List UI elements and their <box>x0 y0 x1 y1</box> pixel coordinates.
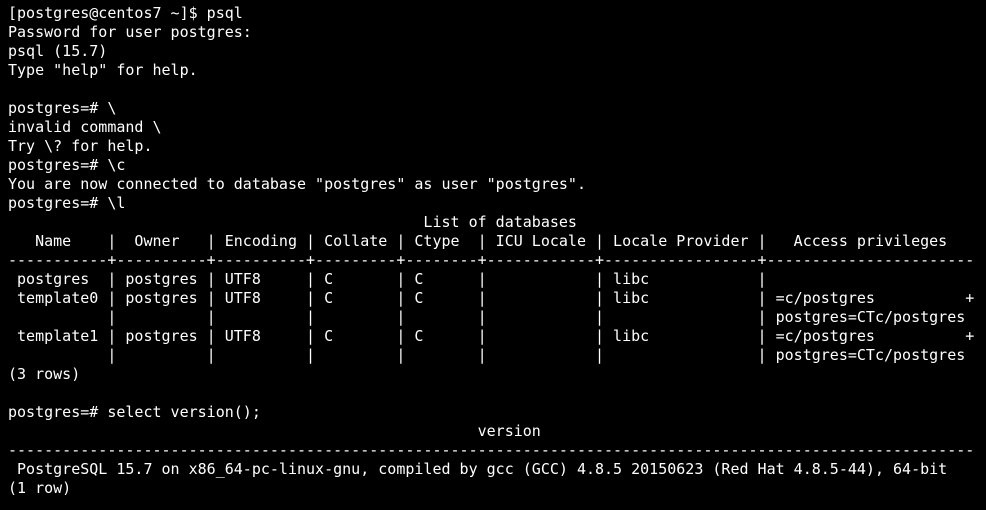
db-table-row: postgres | postgres | UTF8 | C | C | | l… <box>8 270 767 288</box>
db-table-title: List of databases <box>8 213 577 231</box>
terminal-line-password-prompt: Password for user postgres: <box>8 23 252 41</box>
db-table-header: Name | Owner | Encoding | Collate | Ctyp… <box>8 232 948 250</box>
terminal-line-help-hint: Type "help" for help. <box>8 61 198 79</box>
db-table-row-count: (3 rows) <box>8 365 81 383</box>
db-table-row-continuation: | | | | | | | postgres=CTc/postgres <box>8 308 966 326</box>
db-table-row: template1 | postgres | UTF8 | C | C | | … <box>8 327 975 345</box>
version-table-row-count: (1 row) <box>8 479 72 497</box>
terminal-line-invalid-command: invalid command \ <box>8 118 162 136</box>
terminal-line-connected-message: You are now connected to database "postg… <box>8 175 586 193</box>
terminal-line-shell-prompt: [postgres@centos7 ~]$ psql <box>8 4 243 22</box>
version-table-header: version <box>8 422 541 440</box>
terminal-line-try-help: Try \? for help. <box>8 137 153 155</box>
terminal-line-version-query: postgres=# select version(); <box>8 403 261 421</box>
terminal-window[interactable]: [postgres@centos7 ~]$ psql Password for … <box>0 0 986 510</box>
db-table-row-continuation: | | | | | | | postgres=CTc/postgres <box>8 346 966 364</box>
terminal-line-backslash-command: postgres=# \ <box>8 99 117 117</box>
terminal-line-list-command: postgres=# \l <box>8 194 126 212</box>
terminal-line-connect-command: postgres=# \c <box>8 156 126 174</box>
version-table-row: PostgreSQL 15.7 on x86_64-pc-linux-gnu, … <box>8 460 948 478</box>
db-table-row: template0 | postgres | UTF8 | C | C | | … <box>8 289 975 307</box>
db-table-separator: -----------+----------+----------+------… <box>8 251 975 269</box>
terminal-line-psql-version: psql (15.7) <box>8 42 108 60</box>
version-table-separator: ----------------------------------------… <box>8 441 975 459</box>
